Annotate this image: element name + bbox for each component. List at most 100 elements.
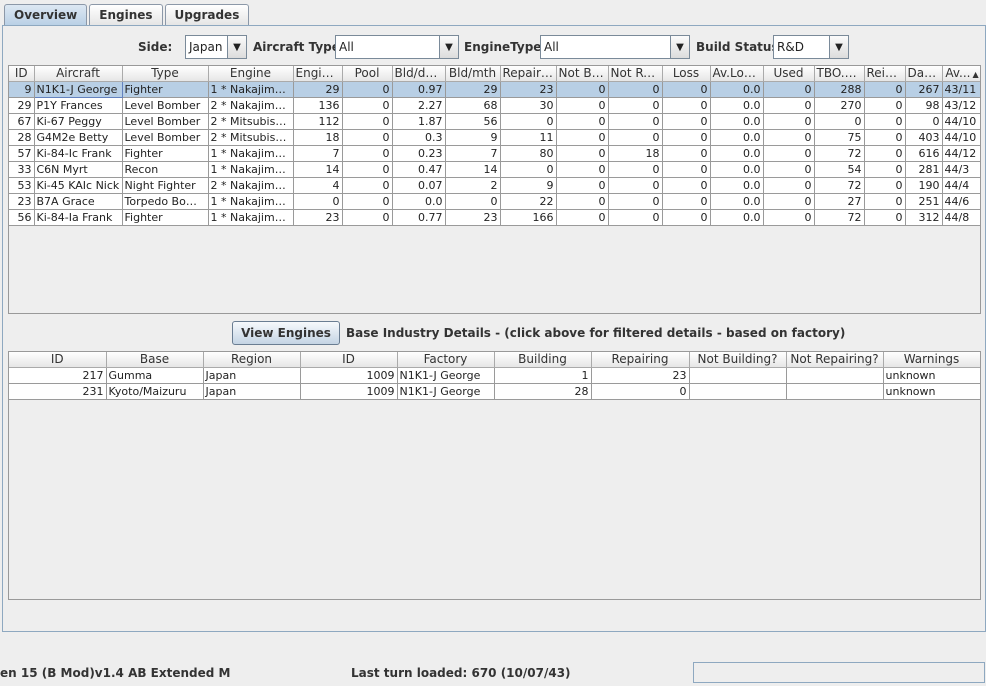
table-cell[interactable]: 0.3: [392, 129, 446, 146]
table-cell[interactable]: 0: [763, 177, 815, 194]
table-cell[interactable]: 0: [864, 209, 906, 226]
table-cell[interactable]: Night Fighter: [122, 177, 209, 194]
table-cell[interactable]: 267: [905, 81, 943, 98]
table-cell[interactable]: 0: [608, 161, 663, 178]
table-cell[interactable]: Ki-84-Ia Frank: [34, 209, 123, 226]
column-header-not-repairing[interactable]: Not Repairing?: [786, 352, 884, 368]
table-cell[interactable]: 43/12: [942, 97, 980, 114]
table-cell[interactable]: 1 * Nakajima E...: [208, 145, 294, 162]
table-cell[interactable]: 0: [662, 129, 711, 146]
table-cell[interactable]: 23: [9, 193, 35, 210]
table-cell[interactable]: N1K1-J George: [397, 367, 495, 384]
table-cell[interactable]: 0.0: [710, 161, 764, 178]
table-row[interactable]: 56Ki-84-Ia FrankFighter1 * Nakajima E...…: [9, 209, 980, 226]
table-cell[interactable]: 1 * Nakajima E...: [208, 161, 294, 178]
table-cell[interactable]: 0: [608, 113, 663, 130]
table-cell[interactable]: Fighter: [122, 81, 209, 98]
table-cell[interactable]: 30: [500, 97, 557, 114]
table-cell[interactable]: 0: [342, 113, 393, 130]
table-cell[interactable]: 1 * Nakajima E...: [208, 81, 294, 98]
chevron-down-icon[interactable]: ▼: [227, 36, 246, 58]
table-cell[interactable]: 0: [556, 193, 609, 210]
side-select[interactable]: Japan ▼: [185, 35, 247, 59]
table-cell[interactable]: 0.0: [710, 97, 764, 114]
table-cell[interactable]: 0: [662, 97, 711, 114]
column-header-tbo-yta[interactable]: TBO.YTA: [814, 66, 865, 82]
table-cell[interactable]: 1.87: [392, 113, 446, 130]
table-cell[interactable]: 72: [814, 209, 865, 226]
column-header-used[interactable]: Used: [763, 66, 815, 82]
table-cell[interactable]: 2 * Nakajima E...: [208, 177, 294, 194]
table-cell[interactable]: Recon: [122, 161, 209, 178]
table-cell[interactable]: 166: [500, 209, 557, 226]
tab-upgrades[interactable]: Upgrades: [164, 4, 250, 26]
table-cell[interactable]: 9: [445, 129, 501, 146]
table-cell[interactable]: 98: [905, 97, 943, 114]
table-cell[interactable]: 312: [905, 209, 943, 226]
table-cell[interactable]: 7: [293, 145, 343, 162]
table-cell[interactable]: 0: [608, 81, 663, 98]
table-row[interactable]: 53 Ki-45 KAIc Nick Night Fighter 2 * Nakaji…: [9, 177, 980, 194]
table-cell[interactable]: 1 * Nakajima E...: [208, 193, 294, 210]
table-cell[interactable]: 0: [864, 129, 906, 146]
table-cell[interactable]: 14: [445, 161, 501, 178]
table-cell[interactable]: 0: [556, 209, 609, 226]
table-cell[interactable]: Ki-84-Ic Frank: [34, 145, 123, 162]
table-cell[interactable]: 0: [342, 193, 393, 210]
table-cell[interactable]: 0.0: [710, 145, 764, 162]
table-cell[interactable]: 67: [9, 113, 35, 130]
table-cell[interactable]: 23: [500, 81, 557, 98]
table-cell[interactable]: 217: [9, 367, 107, 384]
table-cell[interactable]: 281: [905, 161, 943, 178]
table-cell[interactable]: 231: [9, 383, 107, 400]
chevron-down-icon[interactable]: ▼: [829, 36, 848, 58]
table-cell[interactable]: 0: [864, 193, 906, 210]
table-cell[interactable]: 0: [662, 193, 711, 210]
table-cell[interactable]: 0: [662, 145, 711, 162]
table-cell[interactable]: Torpedo Bomber: [122, 193, 209, 210]
table-cell[interactable]: 44/12: [942, 145, 980, 162]
column-header-not-building[interactable]: Not Building?: [689, 352, 787, 368]
column-header-days[interactable]: Days...: [905, 66, 943, 82]
table-row[interactable]: 217 Gumma Japan 1009 N1K1-J George 1 23 unknown: [9, 367, 980, 384]
table-cell[interactable]: 0: [864, 113, 906, 130]
table-cell[interactable]: 29: [293, 81, 343, 98]
chevron-down-icon[interactable]: ▼: [670, 36, 689, 58]
table-cell[interactable]: 0: [763, 145, 815, 162]
table-cell[interactable]: 0.07: [392, 177, 446, 194]
table-cell[interactable]: Level Bomber: [122, 129, 209, 146]
table-row[interactable]: 67 Ki-67 Peggy Level Bomber 2 * Mitsubishi …: [9, 113, 980, 130]
view-engines-button[interactable]: View Engines: [232, 321, 340, 345]
table-cell[interactable]: 23: [293, 209, 343, 226]
table-cell[interactable]: 0: [864, 145, 906, 162]
table-cell[interactable]: [689, 383, 787, 400]
table-cell[interactable]: 56: [445, 113, 501, 130]
column-header-engine[interactable]: Engine: [208, 66, 294, 82]
table-cell[interactable]: 0: [500, 113, 557, 130]
column-header-not-building[interactable]: Not Buil...: [556, 66, 609, 82]
table-cell[interactable]: 28: [494, 383, 592, 400]
chevron-down-icon[interactable]: ▼: [439, 36, 458, 58]
table-cell[interactable]: 112: [293, 113, 343, 130]
table-cell[interactable]: 44/10: [942, 129, 980, 146]
table-cell[interactable]: 18: [293, 129, 343, 146]
table-cell[interactable]: 56: [9, 209, 35, 226]
tab-overview[interactable]: Overview: [4, 4, 88, 26]
aircraft-production-table[interactable]: ID Aircraft Type Engine Engine... Pool B…: [8, 65, 981, 314]
column-header-base[interactable]: Base: [106, 352, 204, 368]
table-cell[interactable]: 403: [905, 129, 943, 146]
table-cell[interactable]: 9: [9, 81, 35, 98]
table-cell[interactable]: 0.0: [710, 113, 764, 130]
table-cell[interactable]: 23: [445, 209, 501, 226]
table-cell[interactable]: 0: [608, 193, 663, 210]
table-cell[interactable]: 0.0: [710, 129, 764, 146]
table-cell[interactable]: Level Bomber: [122, 97, 209, 114]
table-cell[interactable]: 14: [293, 161, 343, 178]
table-cell[interactable]: 270: [814, 97, 865, 114]
table-cell[interactable]: 1 * Nakajima E...: [208, 209, 294, 226]
table-cell[interactable]: Japan: [203, 367, 301, 384]
table-cell[interactable]: 0.77: [392, 209, 446, 226]
table-row[interactable]: 28 G4M2e Betty Level Bomber 2 * Mitsubishi …: [9, 129, 980, 146]
table-cell[interactable]: 0: [556, 81, 609, 98]
table-cell[interactable]: 0.0: [710, 193, 764, 210]
